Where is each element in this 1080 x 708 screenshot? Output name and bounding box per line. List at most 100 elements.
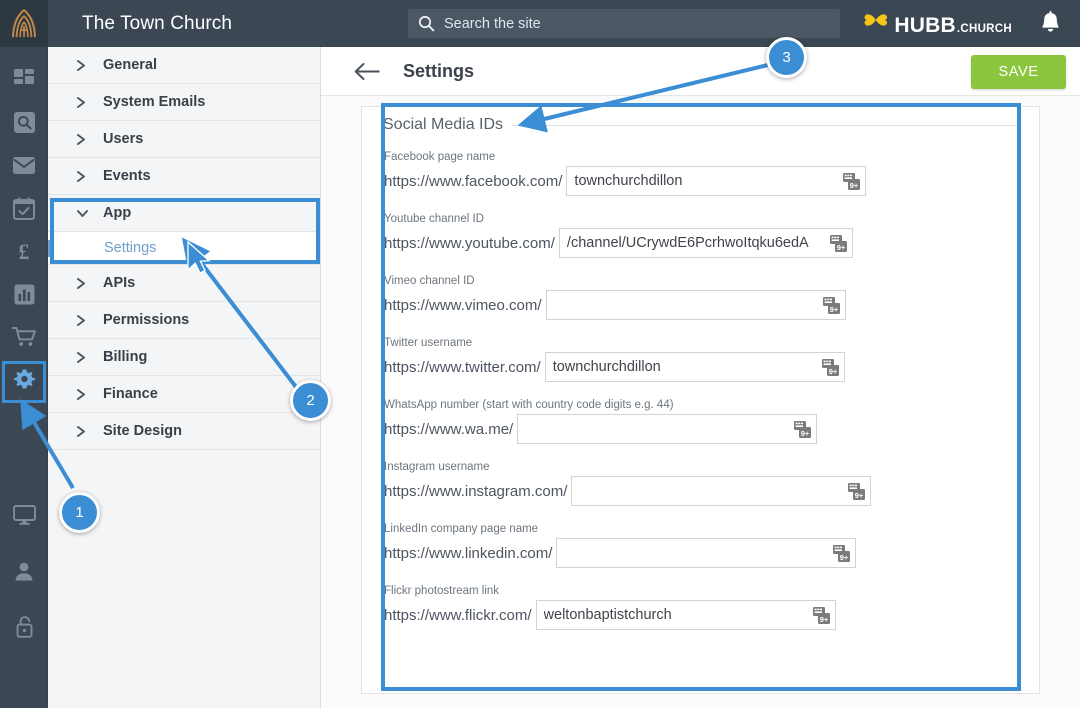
field-row: https://www.youtube.com/9+ [384, 228, 1018, 258]
field-url-prefix: https://www.instagram.com/ [384, 482, 568, 500]
sidebar-item-profile[interactable] [0, 552, 48, 595]
chevron-right-icon [76, 277, 92, 290]
social-media-ids-card: Social Media IDs Facebook page name https… [361, 106, 1040, 694]
bell-icon[interactable] [1039, 10, 1062, 40]
field-input-wrapper[interactable]: 9+ [571, 476, 872, 506]
field-input[interactable] [567, 167, 866, 195]
padlock-unlocked-icon [14, 615, 35, 644]
search-square-icon [13, 111, 36, 139]
sidebar-item-users[interactable]: Users [48, 121, 320, 158]
sidebar-item-label: Permissions [103, 312, 190, 328]
sidebar-item-finance[interactable]: Finance [48, 376, 320, 413]
field-row: https://www.instagram.com/9+ [384, 476, 1018, 506]
dashboard-grid-icon [13, 68, 35, 95]
field-input-wrapper[interactable]: 9+ [558, 228, 853, 258]
fieldset-legend-row: Social Media IDs [383, 107, 1018, 134]
field-input[interactable] [559, 229, 852, 257]
sidebar-item-events[interactable]: Events [48, 158, 320, 195]
sidebar-item-security[interactable] [0, 608, 48, 651]
active-indicator-bar [48, 239, 51, 257]
chevron-right-icon [76, 388, 92, 401]
keyboard-input-icon[interactable]: 9+ [794, 421, 812, 438]
field-input[interactable] [518, 415, 817, 443]
field-input-wrapper[interactable]: 9+ [556, 538, 857, 568]
fieldset-legend: Social Media IDs [383, 116, 504, 133]
field-input[interactable] [557, 539, 856, 567]
field-label: Youtube channel ID [384, 213, 484, 225]
field-input-wrapper[interactable]: 9+ [535, 600, 836, 630]
field-input[interactable] [572, 477, 871, 505]
chevron-down-icon [76, 208, 92, 219]
form-field-facebook: Facebook page name https://www.facebook.c… [383, 151, 1018, 196]
save-button[interactable]: SAVE [971, 55, 1066, 89]
form-field-linkedin: LinkedIn company page name https://www.li… [383, 523, 1018, 568]
mail-envelope-icon [12, 156, 36, 180]
app-root: The Town Church HUBB .CHURCH [0, 0, 1080, 708]
site-title: The Town Church [82, 12, 233, 34]
keyboard-input-icon[interactable]: 9+ [843, 173, 861, 190]
sidebar-item-settings-rail[interactable] [2, 361, 46, 403]
sidebar-item-label: General [103, 57, 157, 73]
sidebar-sub-item-settings[interactable]: Settings [48, 232, 320, 265]
search-input[interactable] [444, 15, 804, 32]
svg-text:9+: 9+ [829, 305, 838, 314]
keyboard-input-icon[interactable]: 9+ [848, 483, 866, 500]
field-url-prefix: https://www.youtube.com/ [384, 234, 555, 252]
bar-chart-icon [14, 284, 35, 310]
sidebar-sub-item-label: Settings [104, 240, 157, 256]
keyboard-input-icon[interactable]: 9+ [821, 359, 839, 376]
field-input-wrapper[interactable]: 9+ [545, 290, 846, 320]
field-input[interactable] [545, 353, 844, 381]
annotation-marker-3: 3 [766, 37, 807, 78]
church-arch-cross-icon[interactable] [0, 0, 48, 47]
sidebar-item-system-emails[interactable]: System Emails [48, 84, 320, 121]
keyboard-input-icon[interactable]: 9+ [822, 297, 840, 314]
field-input[interactable] [546, 291, 845, 319]
shopping-cart-icon [11, 326, 37, 353]
field-label: LinkedIn company page name [384, 523, 539, 535]
sidebar-item-label: Finance [103, 386, 158, 402]
sidebar-item-dashboard[interactable] [0, 60, 48, 103]
legend-divider [512, 124, 1018, 126]
field-url-prefix: https://www.wa.me/ [384, 420, 514, 438]
field-input[interactable] [536, 601, 835, 629]
arrow-left-icon[interactable] [354, 62, 381, 81]
sidebar-item-label: Users [103, 131, 144, 147]
sidebar-item-search[interactable] [0, 103, 48, 146]
main-content: Settings SAVE Social Media IDs Facebook … [321, 47, 1080, 708]
sidebar-item-display[interactable] [0, 496, 48, 539]
keyboard-input-icon[interactable]: 9+ [829, 235, 847, 252]
field-row: https://www.facebook.com/9+ [384, 166, 1018, 196]
form-field-vimeo: Vimeo channel ID https://www.vimeo.com/9+ [383, 275, 1018, 320]
keyboard-input-icon[interactable]: 9+ [833, 545, 851, 562]
sidebar-item-finance[interactable]: £ [0, 232, 48, 275]
field-label: Instagram username [384, 461, 490, 473]
sidebar-item-mail[interactable] [0, 146, 48, 189]
sidebar-item-label: APIs [103, 275, 136, 291]
sidebar-item-billing[interactable]: Billing [48, 339, 320, 376]
chevron-right-icon [76, 351, 92, 364]
page-header: Settings SAVE [321, 47, 1080, 96]
chevron-right-icon [76, 170, 92, 183]
field-input-wrapper[interactable]: 9+ [544, 352, 845, 382]
sidebar-item-app[interactable]: App [48, 195, 320, 232]
sidebar-item-reports[interactable] [0, 275, 48, 318]
social-fields-list: Facebook page name https://www.facebook.c… [383, 151, 1018, 630]
search-bar[interactable] [408, 9, 840, 38]
sidebar-item-permissions[interactable]: Permissions [48, 302, 320, 339]
field-input-wrapper[interactable]: 9+ [517, 414, 818, 444]
form-field-whatsapp: WhatsApp number (start with country code… [383, 399, 1018, 444]
monitor-display-icon [12, 504, 36, 531]
sidebar-item-apis[interactable]: APIs [48, 265, 320, 302]
sidebar-item-shop[interactable] [0, 318, 48, 361]
field-url-prefix: https://www.twitter.com/ [384, 358, 541, 376]
form-field-instagram: Instagram username https://www.instagram.… [383, 461, 1018, 506]
calendar-check-icon [13, 197, 35, 225]
field-input-wrapper[interactable]: 9+ [566, 166, 867, 196]
keyboard-input-icon[interactable]: 9+ [812, 607, 830, 624]
sidebar-item-general[interactable]: General [48, 47, 320, 84]
social-media-ids-fieldset: Social Media IDs Facebook page name https… [362, 107, 1039, 693]
chevron-right-icon [76, 314, 92, 327]
sidebar-item-site-design[interactable]: Site Design [48, 413, 320, 450]
sidebar-item-calendar[interactable] [0, 189, 48, 232]
